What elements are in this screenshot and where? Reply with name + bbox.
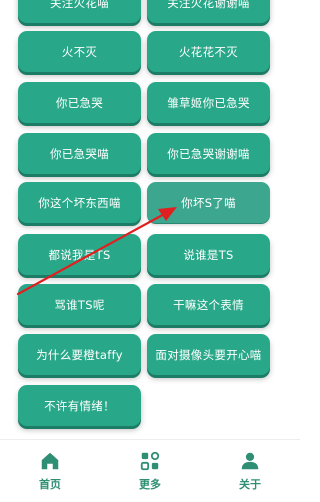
sound-button[interactable]: 骂谁TS呢 [18,284,141,325]
sound-button[interactable]: 你已急哭谢谢喵 [147,133,270,174]
sound-button[interactable]: 关注火花喵 [18,0,141,23]
nav-home-label: 首页 [39,478,61,491]
sound-button[interactable]: 干嘛这个表情 [147,284,270,325]
sound-button[interactable]: 说谁是TS [147,234,270,275]
person-icon [241,452,259,470]
nav-more[interactable]: 更多 [100,440,200,502]
nav-about-label: 关于 [239,478,261,491]
sound-button[interactable]: 都说我是TS [18,234,141,275]
sound-button[interactable]: 你已急哭喵 [18,133,141,174]
nav-about[interactable]: 关于 [200,440,300,502]
sound-button[interactable]: 你已急哭 [18,82,141,123]
sound-button-grid: 关注火花喵 关注火花谢谢喵 火不灭 火花花不灭 你已急哭 雏草姬你已急哭 你已急… [0,0,300,440]
nav-more-label: 更多 [139,478,161,491]
apps-icon [140,451,160,471]
sound-button[interactable]: 不许有情绪！ [18,385,141,426]
sound-button-pressed[interactable]: 你坏S了喵 [147,182,270,223]
bottom-navigation: 首页 更多 关于 [0,439,300,502]
sound-button[interactable]: 火不灭 [18,31,141,72]
sound-button[interactable]: 你这个坏东西喵 [18,182,141,223]
nav-home[interactable]: 首页 [0,440,100,502]
sound-button[interactable]: 火花花不灭 [147,31,270,72]
home-icon [41,452,59,470]
sound-button[interactable]: 为什么要橙taffy [18,334,141,375]
sound-button[interactable]: 面对摄像头要开心喵 [147,334,270,375]
sound-button[interactable]: 雏草姬你已急哭 [147,82,270,123]
sound-button[interactable]: 关注火花谢谢喵 [147,0,270,23]
